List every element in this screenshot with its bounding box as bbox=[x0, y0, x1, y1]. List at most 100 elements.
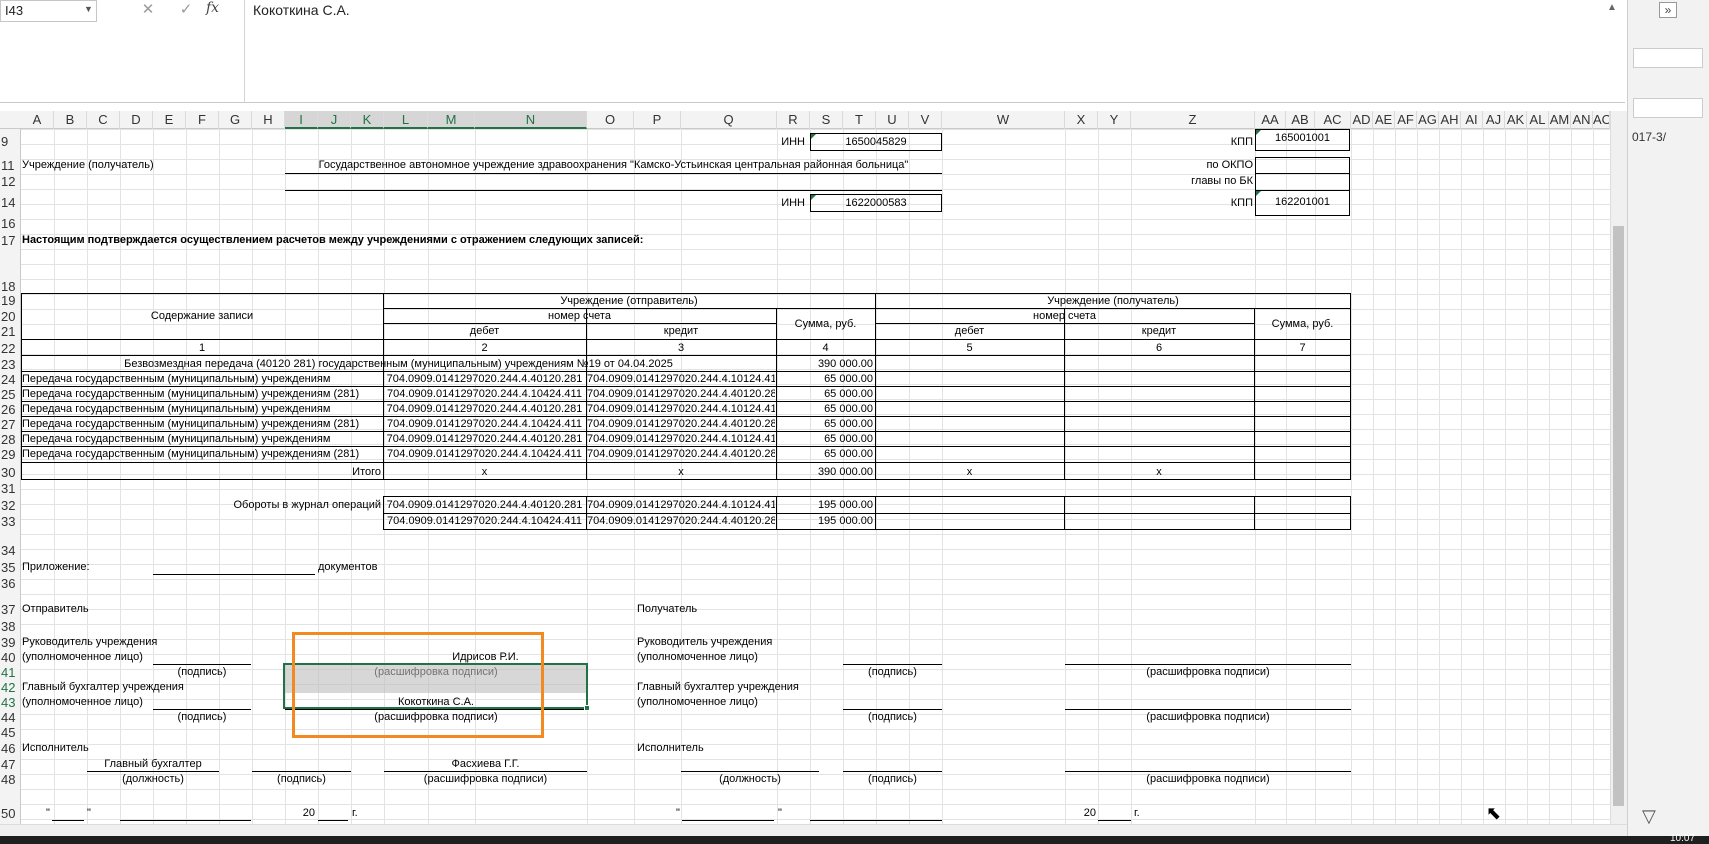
column-header[interactable]: J bbox=[318, 111, 351, 129]
row-header[interactable]: 30 bbox=[0, 465, 20, 480]
column-header[interactable]: M bbox=[428, 111, 475, 129]
column-header[interactable]: C bbox=[87, 111, 120, 129]
turnover-credit[interactable]: 704.0909.0141297020.244.4.10124.410 bbox=[587, 498, 775, 512]
row-header[interactable]: 42 bbox=[0, 680, 20, 695]
chevron-down-icon[interactable]: ▼ bbox=[84, 4, 93, 14]
row-header[interactable]: 28 bbox=[0, 432, 20, 447]
table-row-credit[interactable]: 704.0909.0141297020.244.4.40120.281 bbox=[587, 387, 775, 401]
side-panel-field[interactable] bbox=[1633, 98, 1703, 118]
table-row-debit[interactable]: 704.0909.0141297020.244.4.40120.281 bbox=[383, 432, 586, 446]
table-row-sum[interactable]: 65 000.00 bbox=[776, 402, 873, 416]
table-row-sum[interactable]: 65 000.00 bbox=[776, 372, 873, 386]
row-header[interactable]: 44 bbox=[0, 710, 20, 725]
column-header[interactable]: AH bbox=[1439, 111, 1461, 129]
cancel-icon[interactable]: ✕ bbox=[131, 0, 165, 20]
executor-position[interactable]: Главный бухгалтер bbox=[87, 757, 219, 771]
table-row-sum[interactable]: 65 000.00 bbox=[776, 417, 873, 431]
row-header[interactable]: 34 bbox=[0, 543, 20, 558]
row-header[interactable]: 41 bbox=[0, 665, 20, 680]
column-header[interactable]: AA bbox=[1255, 111, 1286, 129]
row-header[interactable]: 47 bbox=[0, 757, 20, 772]
executor-name[interactable]: Фасхиева Г.Г. bbox=[384, 757, 587, 771]
column-header[interactable]: A bbox=[21, 111, 54, 129]
column-header[interactable]: L bbox=[384, 111, 428, 129]
row-header[interactable]: 37 bbox=[0, 602, 20, 617]
column-header[interactable]: B bbox=[54, 111, 87, 129]
row23-sum[interactable]: 390 000.00 bbox=[776, 357, 873, 371]
column-header[interactable]: AF bbox=[1395, 111, 1417, 129]
column-header[interactable]: Q bbox=[681, 111, 777, 129]
column-header[interactable]: V bbox=[909, 111, 942, 129]
column-header[interactable]: S bbox=[810, 111, 843, 129]
column-header[interactable]: AD bbox=[1351, 111, 1373, 129]
inn-recipient-cell[interactable]: 1622000583 bbox=[810, 194, 942, 212]
column-header[interactable]: AJ bbox=[1483, 111, 1505, 129]
column-header[interactable]: Z bbox=[1131, 111, 1255, 129]
row-header[interactable]: 25 bbox=[0, 387, 20, 402]
row-header[interactable]: 18 bbox=[0, 279, 20, 294]
turnover-sum[interactable]: 195 000.00 bbox=[776, 498, 873, 512]
column-header[interactable]: O bbox=[587, 111, 634, 129]
turnover-debit[interactable]: 704.0909.0141297020.244.4.10424.411 bbox=[383, 514, 586, 528]
column-header[interactable]: AC bbox=[1315, 111, 1351, 129]
row-header[interactable]: 21 bbox=[0, 324, 20, 339]
column-header[interactable]: P bbox=[634, 111, 681, 129]
column-header[interactable]: W bbox=[942, 111, 1065, 129]
table-row-credit[interactable]: 704.0909.0141297020.244.4.40120.281 bbox=[587, 447, 775, 461]
row-header[interactable]: 23 bbox=[0, 357, 20, 372]
column-header[interactable]: D bbox=[120, 111, 153, 129]
table-row-content[interactable]: Передача государственным (муниципальным)… bbox=[22, 447, 382, 461]
row-header[interactable]: 35 bbox=[0, 560, 20, 575]
row-header[interactable]: 36 bbox=[0, 576, 20, 591]
row-header[interactable]: 39 bbox=[0, 635, 20, 650]
column-header[interactable]: X bbox=[1065, 111, 1098, 129]
row-header[interactable]: 29 bbox=[0, 447, 20, 462]
column-header[interactable]: H bbox=[252, 111, 285, 129]
column-header[interactable]: AI bbox=[1461, 111, 1483, 129]
column-header[interactable]: I bbox=[285, 111, 318, 129]
okpo-glava-cells[interactable] bbox=[1255, 157, 1350, 191]
table-row-debit[interactable]: 704.0909.0141297020.244.4.10424.411 bbox=[383, 417, 586, 431]
column-header[interactable]: R bbox=[777, 111, 810, 129]
column-header[interactable]: E bbox=[153, 111, 186, 129]
table-row-credit[interactable]: 704.0909.0141297020.244.4.10124.410 bbox=[587, 432, 775, 446]
table-row-content[interactable]: Передача государственным (муниципальным)… bbox=[22, 372, 382, 386]
table-row-content[interactable]: Передача государственным (муниципальным)… bbox=[22, 402, 382, 416]
row-header[interactable]: 12 bbox=[0, 174, 20, 189]
enter-icon[interactable]: ✓ bbox=[169, 0, 203, 20]
row-header[interactable]: 38 bbox=[0, 619, 20, 634]
table-row-debit[interactable]: 704.0909.0141297020.244.4.40120.281 bbox=[383, 402, 586, 416]
table-row-debit[interactable]: 704.0909.0141297020.244.4.10424.411 bbox=[383, 387, 586, 401]
column-header[interactable]: Y bbox=[1098, 111, 1131, 129]
row-header[interactable]: 16 bbox=[0, 216, 20, 231]
column-header[interactable]: AO bbox=[1593, 111, 1610, 129]
row-header[interactable]: 40 bbox=[0, 650, 20, 665]
row-header[interactable]: 26 bbox=[0, 402, 20, 417]
column-header[interactable]: T bbox=[843, 111, 876, 129]
vertical-scroll-thumb[interactable] bbox=[1613, 226, 1624, 806]
table-row-credit[interactable]: 704.0909.0141297020.244.4.10124.410 bbox=[587, 372, 775, 386]
row-header[interactable]: 17 bbox=[0, 233, 20, 248]
column-header[interactable]: AG bbox=[1417, 111, 1439, 129]
formula-input[interactable]: Кокоткина С.А. bbox=[244, 0, 1625, 103]
kpp-recipient-cell[interactable]: 162201001 bbox=[1255, 190, 1350, 216]
collapse-formula-bar-icon[interactable]: ▲ bbox=[1607, 2, 1617, 13]
column-header[interactable]: G bbox=[219, 111, 252, 129]
name-box[interactable]: I43 bbox=[0, 0, 97, 22]
column-header[interactable]: AL bbox=[1527, 111, 1549, 129]
column-header[interactable]: AM bbox=[1549, 111, 1571, 129]
row-header[interactable]: 33 bbox=[0, 514, 20, 529]
table-row-content[interactable]: Передача государственным (муниципальным)… bbox=[22, 387, 382, 401]
turnover-debit[interactable]: 704.0909.0141297020.244.4.40120.281 bbox=[383, 498, 586, 512]
table-row-content[interactable]: Передача государственным (муниципальным)… bbox=[22, 417, 382, 431]
row23-content[interactable]: Безвозмездная передача (40120 281) госуд… bbox=[21, 357, 776, 371]
row-header[interactable]: 24 bbox=[0, 372, 20, 387]
column-header[interactable]: AK bbox=[1505, 111, 1527, 129]
turnover-sum[interactable]: 195 000.00 bbox=[776, 514, 873, 528]
turnover-credit[interactable]: 704.0909.0141297020.244.4.40120.281 bbox=[587, 514, 775, 528]
row-header[interactable]: 32 bbox=[0, 498, 20, 513]
column-header[interactable]: F bbox=[186, 111, 219, 129]
total-sum[interactable]: 390 000.00 bbox=[776, 465, 873, 479]
table-row-content[interactable]: Передача государственным (муниципальным)… bbox=[22, 432, 382, 446]
column-header[interactable]: AN bbox=[1571, 111, 1593, 129]
